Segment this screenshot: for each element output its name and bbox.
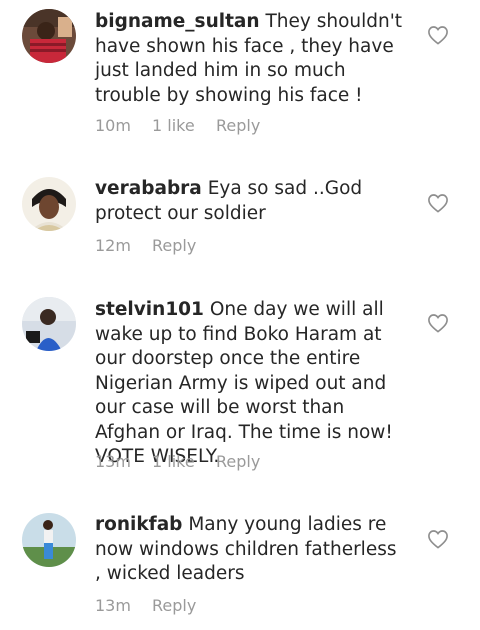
like-count[interactable]: 1 like bbox=[152, 452, 216, 471]
comment-time: 10m bbox=[95, 116, 131, 135]
reply-button[interactable]: Reply bbox=[216, 116, 260, 135]
username-link[interactable]: ronikfab bbox=[95, 514, 182, 535]
comment-time: 13m bbox=[95, 596, 131, 615]
comment-body: ronikfab Many young ladies re now window… bbox=[95, 513, 405, 587]
heart-outline-icon[interactable] bbox=[427, 313, 449, 333]
avatar[interactable] bbox=[22, 297, 76, 351]
avatar[interactable] bbox=[22, 177, 76, 231]
like-count[interactable]: 1 like bbox=[152, 116, 216, 135]
comment-time: 12m bbox=[95, 236, 131, 255]
username-link[interactable]: verababra bbox=[95, 178, 202, 199]
avatar[interactable] bbox=[22, 513, 76, 567]
heart-outline-icon[interactable] bbox=[427, 529, 449, 549]
comment-meta: 13m Reply bbox=[95, 596, 196, 615]
comment-time: 13m bbox=[95, 452, 131, 471]
comment-meta: 10m 1 like Reply bbox=[95, 116, 260, 135]
username-link[interactable]: stelvin101 bbox=[95, 299, 204, 320]
reply-button[interactable]: Reply bbox=[152, 596, 196, 615]
avatar[interactable] bbox=[22, 9, 76, 63]
comment-body: verababra Eya so sad ..God protect our s… bbox=[95, 177, 405, 226]
username-link[interactable]: bigname_sultan bbox=[95, 11, 260, 32]
comment-body: bigname_sultan They shouldn't have shown… bbox=[95, 10, 405, 108]
comment-meta: 12m Reply bbox=[95, 236, 196, 255]
reply-button[interactable]: Reply bbox=[152, 236, 196, 255]
comment-body: stelvin101 One day we will all wake up t… bbox=[95, 298, 405, 470]
heart-outline-icon[interactable] bbox=[427, 25, 449, 45]
heart-outline-icon[interactable] bbox=[427, 193, 449, 213]
comment-text: One day we will all wake up to find Boko… bbox=[95, 299, 393, 467]
reply-button[interactable]: Reply bbox=[216, 452, 260, 471]
comment-meta: 13m 1 like Reply bbox=[95, 452, 260, 471]
